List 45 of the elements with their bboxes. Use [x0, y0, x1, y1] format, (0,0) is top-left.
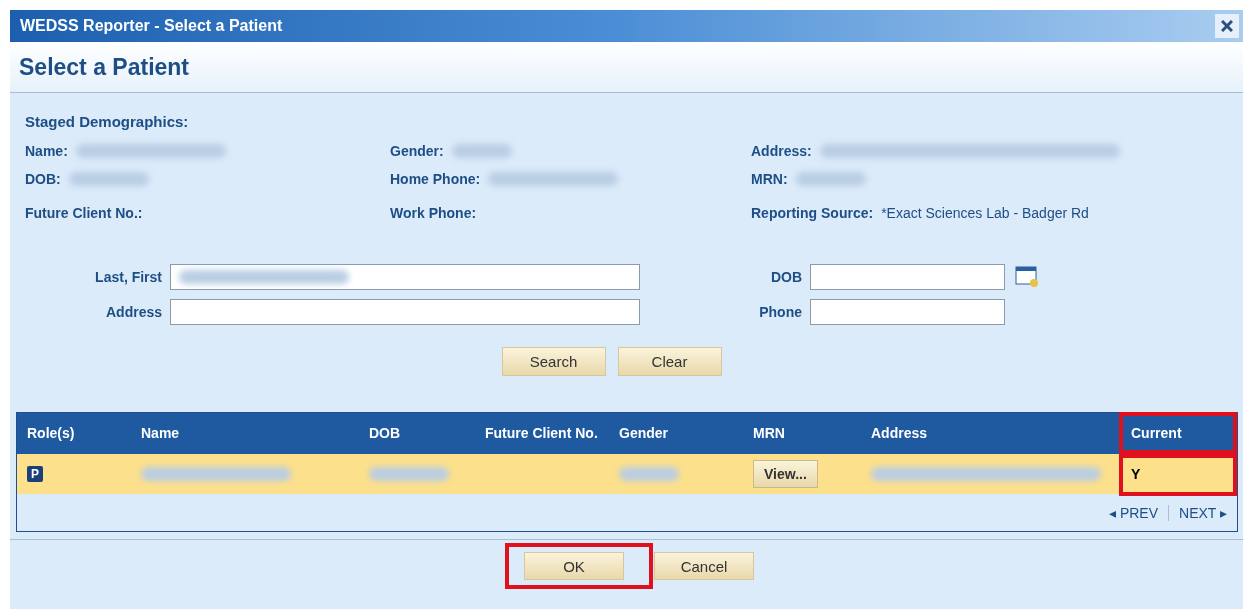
column-header: Gender [609, 413, 743, 454]
field-label: Future Client No.: [25, 205, 143, 221]
field-label: Address: [751, 143, 812, 159]
field-label: Work Phone: [390, 205, 477, 221]
table-row[interactable]: P View... Y [17, 454, 1237, 494]
action-button[interactable]: Clear [617, 347, 722, 376]
field-label: Last, First [94, 269, 163, 285]
input-field[interactable] [810, 299, 1005, 325]
close-icon [1221, 20, 1233, 32]
field-label: MRN: [751, 171, 788, 187]
column-header: Role(s) [17, 413, 131, 454]
section-heading: Staged Demographics: [25, 113, 190, 130]
field-label: Home Phone: [390, 171, 481, 187]
window-title: WEDSS Reporter - Select a Patient [20, 17, 283, 35]
column-header: Current [1121, 413, 1237, 454]
action-button[interactable]: Search [501, 347, 606, 376]
field-label: Address [104, 304, 163, 320]
dialog-heading: Select a Patient [19, 53, 190, 81]
calendar-icon[interactable] [1015, 266, 1039, 288]
field-label: Phone [758, 304, 803, 320]
column-header: DOB [359, 413, 475, 454]
field-label: Gender: [390, 143, 444, 159]
close-button[interactable] [1215, 14, 1239, 38]
field-label: DOB: [25, 171, 61, 187]
action-button[interactable]: Cancel [654, 552, 754, 580]
view-button[interactable]: View... [753, 460, 818, 488]
field-label: Name: [25, 143, 68, 159]
column-header: Name [131, 413, 359, 454]
redacted-text [795, 172, 866, 186]
column-header: Future Client No. [475, 413, 609, 454]
redacted-text [451, 144, 512, 158]
redacted-text [619, 467, 679, 481]
field-label: Reporting Source: [751, 205, 874, 221]
input-field[interactable] [170, 299, 640, 325]
role-badge: P [27, 466, 43, 482]
table-cell: Y [1131, 466, 1141, 482]
prev-link[interactable]: ◂ PREV [1099, 504, 1168, 521]
action-button[interactable]: OK [524, 552, 624, 580]
field-value: *Exact Sciences Lab - Badger Rd [881, 205, 1089, 221]
column-header: MRN [743, 413, 861, 454]
input-field[interactable] [170, 264, 640, 290]
column-header: Address [861, 413, 1121, 454]
input-field[interactable] [810, 264, 1005, 290]
next-link[interactable]: NEXT ▸ [1168, 504, 1237, 521]
field-label: DOB [769, 269, 803, 285]
